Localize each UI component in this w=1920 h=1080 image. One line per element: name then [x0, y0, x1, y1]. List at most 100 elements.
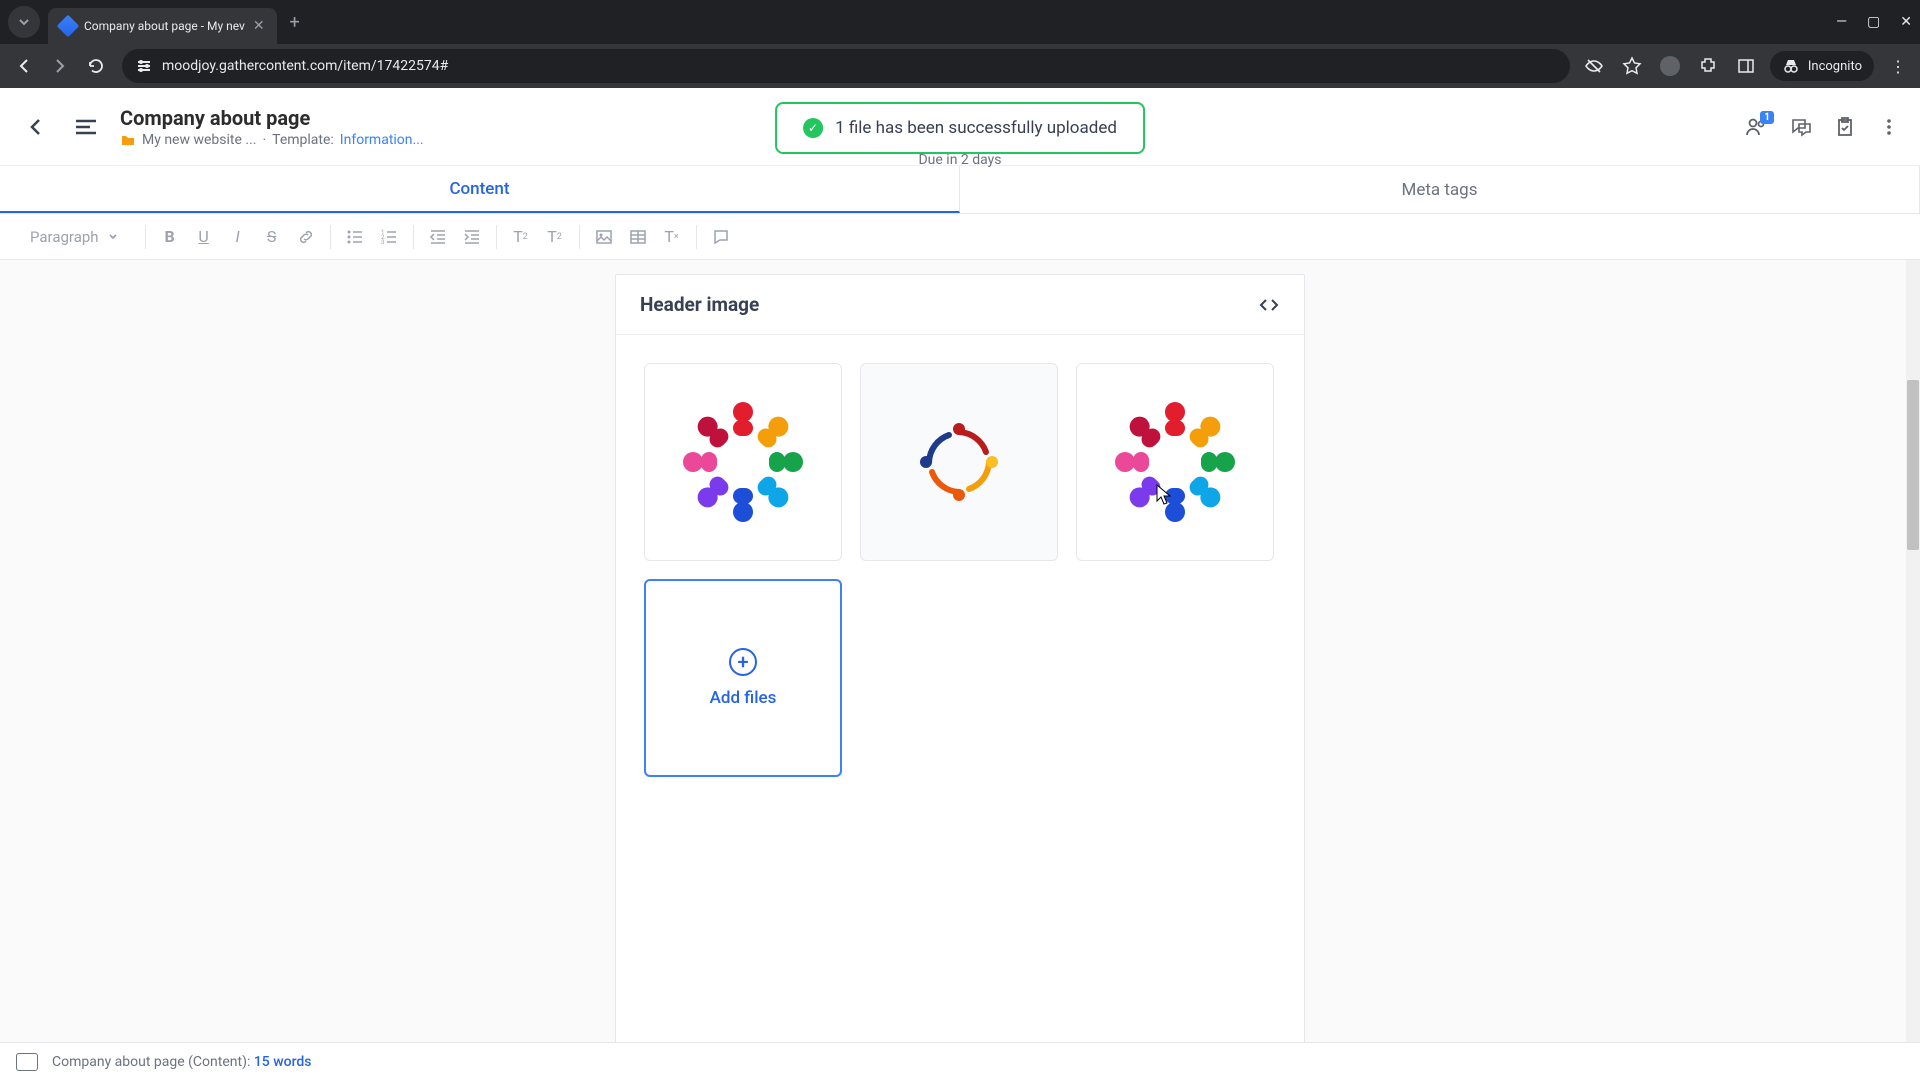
reload-icon [87, 57, 105, 75]
incognito-label: Incognito [1808, 59, 1862, 74]
check-circle-icon: ✓ [803, 118, 823, 138]
swirl-logo-icon [914, 417, 1004, 507]
comments-icon [1790, 116, 1812, 138]
comments-button[interactable] [1790, 116, 1812, 138]
incognito-icon [1782, 57, 1800, 75]
chevron-down-icon [18, 16, 30, 28]
eye-off-icon[interactable] [1580, 52, 1608, 80]
plus-circle-icon: + [729, 648, 757, 676]
toolbar-separator [413, 225, 414, 249]
file-thumbnail[interactable] [644, 363, 842, 561]
format-select-label: Paragraph [30, 228, 99, 246]
tasks-button[interactable] [1834, 116, 1856, 138]
tab-content[interactable]: Content [0, 166, 960, 213]
app-back-button[interactable] [20, 111, 52, 143]
sidebar-toggle[interactable] [70, 111, 102, 143]
back-button[interactable] [8, 50, 40, 82]
indent-icon [463, 228, 481, 246]
chevron-down-icon [107, 231, 119, 243]
favicon-icon [57, 15, 80, 38]
comment-button[interactable] [705, 221, 737, 253]
clipboard-check-icon [1834, 116, 1856, 138]
scrollbar-track[interactable] [1906, 260, 1920, 1080]
card-title: Header image [640, 293, 759, 316]
comment-icon [712, 228, 730, 246]
browser-menu-icon[interactable]: ⋮ [1884, 52, 1912, 80]
italic-button[interactable]: I [222, 221, 254, 253]
people-circle-logo-icon [673, 392, 813, 532]
keyboard-icon[interactable] [16, 1053, 38, 1071]
file-thumbnail[interactable] [860, 363, 1058, 561]
numbered-list-button[interactable]: 123 [373, 221, 405, 253]
clear-format-button[interactable]: T× [656, 221, 688, 253]
scrollbar-thumb[interactable] [1907, 380, 1919, 550]
browser-tab[interactable]: Company about page - My nev ✕ [48, 8, 277, 44]
extensions-icon[interactable] [1694, 52, 1722, 80]
file-thumbnail[interactable] [1076, 363, 1274, 561]
incognito-badge[interactable]: Incognito [1770, 51, 1874, 81]
paragraph-format-select[interactable]: Paragraph [20, 224, 129, 250]
crumb-project[interactable]: My new website ... [142, 132, 256, 148]
superscript-button[interactable]: T2 [539, 221, 571, 253]
content-tabs: Content Meta tags [0, 166, 1920, 214]
template-link[interactable]: Information... [340, 132, 424, 148]
app-header: Company about page My new website ... · … [0, 88, 1920, 166]
new-tab-button[interactable]: + [281, 8, 309, 36]
window-controls: — ▢ ✕ [1836, 14, 1912, 30]
toolbar-separator [696, 225, 697, 249]
subscript-button[interactable]: T2 [505, 221, 537, 253]
forward-button[interactable] [44, 50, 76, 82]
page-meta: Company about page My new website ... · … [120, 106, 424, 148]
people-circle-logo-icon [1105, 392, 1245, 532]
link-icon [297, 228, 315, 246]
profile-avatar-icon[interactable] [1656, 52, 1684, 80]
close-icon[interactable]: ✕ [253, 18, 265, 34]
files-grid: + Add files [616, 335, 1304, 805]
status-bar: Company about page (Content): 15 words [0, 1042, 1920, 1080]
strikethrough-button[interactable]: S [256, 221, 288, 253]
status-context: Company about page (Content): 15 words [52, 1054, 311, 1070]
numbered-list-icon: 123 [380, 228, 398, 246]
tab-meta-tags[interactable]: Meta tags [960, 166, 1920, 213]
upload-toast: ✓ 1 file has been successfully uploaded [775, 102, 1145, 154]
reload-button[interactable] [80, 50, 112, 82]
chevron-left-icon [24, 115, 48, 139]
menu-icon [72, 113, 100, 141]
bold-button[interactable]: B [154, 221, 186, 253]
editor-canvas[interactable]: Header image [0, 260, 1920, 1080]
breadcrumb: My new website ... · Template: Informati… [120, 132, 424, 148]
add-files-label: Add files [710, 688, 777, 708]
code-icon [1258, 294, 1280, 316]
table-button[interactable] [622, 221, 654, 253]
share-users-button[interactable]: 1 [1744, 115, 1768, 139]
tab-search-dropdown[interactable] [8, 6, 40, 38]
indent-button[interactable] [456, 221, 488, 253]
page-title: Company about page [120, 106, 424, 130]
crumb-separator: · [262, 132, 266, 148]
site-settings-icon[interactable] [136, 58, 152, 74]
add-files-button[interactable]: + Add files [644, 579, 842, 777]
header-image-card: Header image [615, 274, 1305, 1080]
outdent-button[interactable] [422, 221, 454, 253]
share-count-badge: 1 [1760, 111, 1774, 124]
link-button[interactable] [290, 221, 322, 253]
svg-text:3: 3 [381, 239, 384, 246]
url-field[interactable]: moodjoy.gathercontent.com/item/17422574# [122, 49, 1570, 83]
image-button[interactable] [588, 221, 620, 253]
tab-area: Company about page - My nev ✕ + [8, 0, 1836, 44]
editor-toolbar: Paragraph B U I S 123 T2 T2 T× [0, 214, 1920, 260]
template-label: Template: [272, 132, 334, 148]
toast-message: 1 file has been successfully uploaded [835, 118, 1117, 138]
close-window-button[interactable]: ✕ [1900, 14, 1912, 30]
bookmark-star-icon[interactable] [1618, 52, 1646, 80]
side-panel-icon[interactable] [1732, 52, 1760, 80]
more-vertical-icon [1878, 116, 1900, 138]
more-menu-button[interactable] [1878, 116, 1900, 138]
bullet-list-button[interactable] [339, 221, 371, 253]
underline-button[interactable]: U [188, 221, 220, 253]
maximize-button[interactable]: ▢ [1867, 14, 1880, 30]
arrow-right-icon [51, 57, 69, 75]
minimize-button[interactable]: — [1836, 14, 1847, 30]
code-view-button[interactable] [1258, 294, 1280, 316]
toolbar-separator [579, 225, 580, 249]
